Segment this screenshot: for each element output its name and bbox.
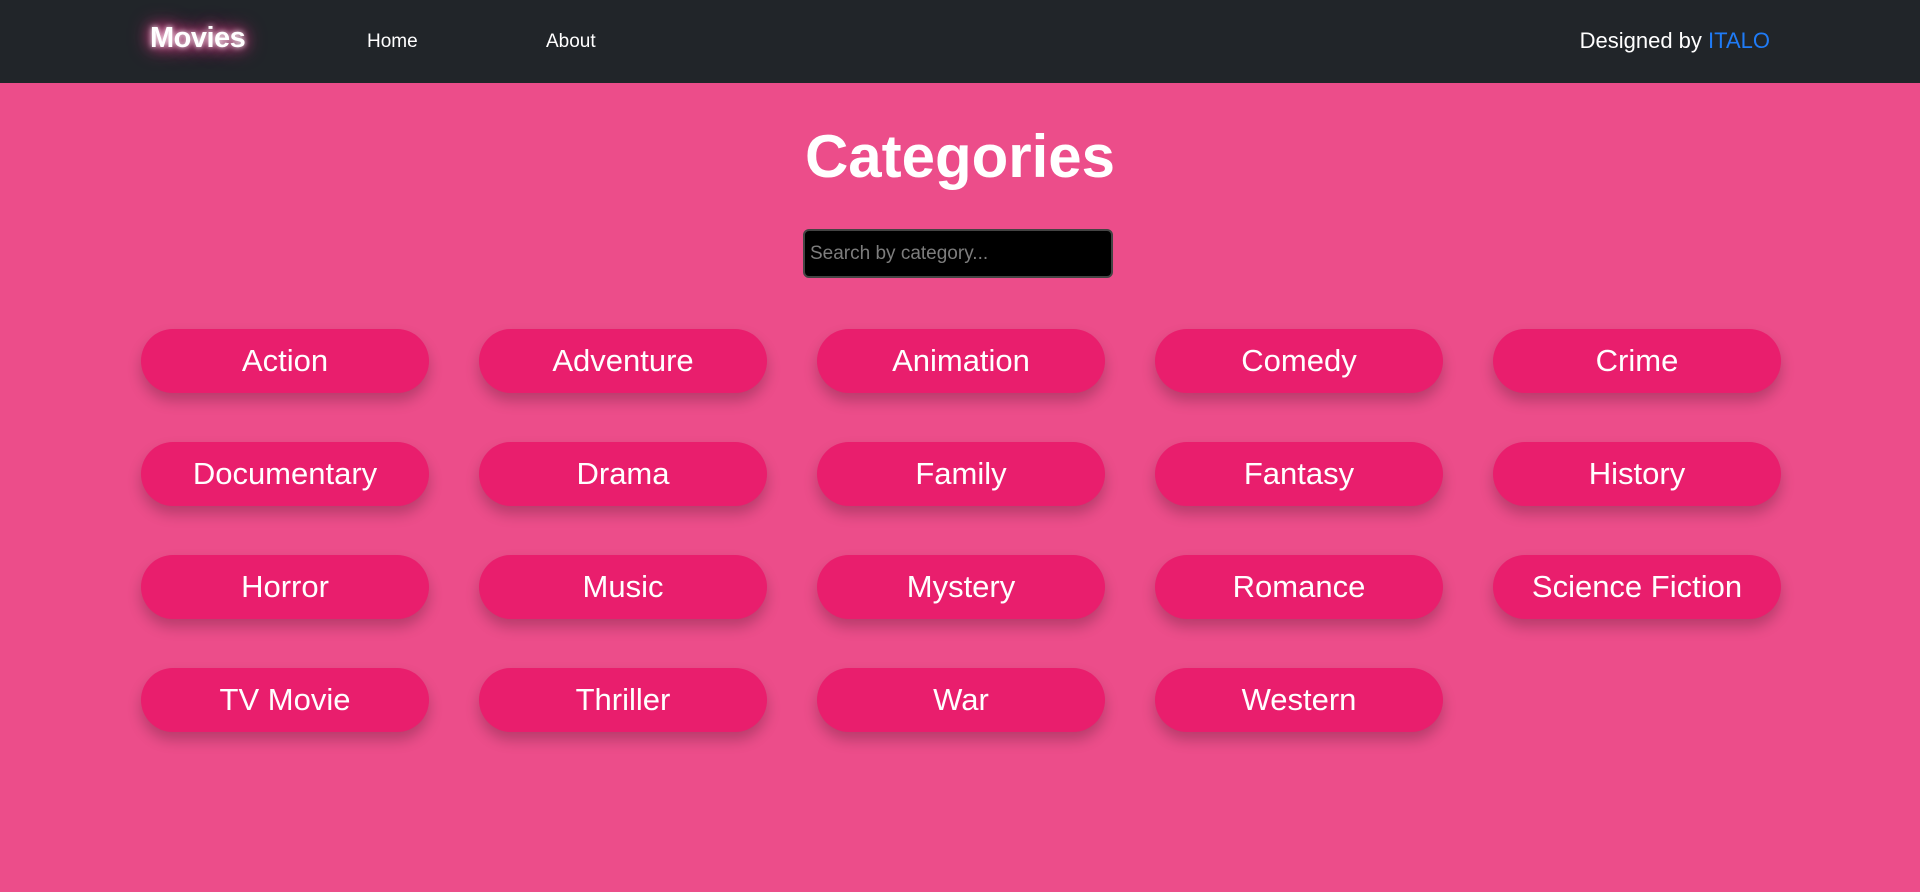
category-button[interactable]: History — [1493, 442, 1781, 506]
category-button[interactable]: Music — [479, 555, 767, 619]
category-button[interactable]: Adventure — [479, 329, 767, 393]
credit-prefix: Designed by — [1579, 28, 1702, 53]
brand-logo[interactable]: Movies — [150, 22, 246, 55]
category-button[interactable]: Romance — [1155, 555, 1443, 619]
category-button[interactable]: Science Fiction — [1493, 555, 1781, 619]
page-title: Categories — [804, 123, 1116, 190]
category-button[interactable]: Animation — [817, 329, 1105, 393]
category-button[interactable]: Documentary — [141, 442, 429, 506]
category-button[interactable]: Horror — [141, 555, 429, 619]
category-button[interactable]: Family — [817, 442, 1105, 506]
category-button[interactable]: Mystery — [817, 555, 1105, 619]
category-button[interactable]: Fantasy — [1155, 442, 1443, 506]
nav-link-home[interactable]: Home — [367, 31, 418, 53]
category-button[interactable]: Action — [141, 329, 429, 393]
category-button[interactable]: Comedy — [1155, 329, 1443, 393]
credit-name-link[interactable]: ITALO — [1708, 28, 1770, 53]
category-button[interactable]: Crime — [1493, 329, 1781, 393]
nav-link-about[interactable]: About — [546, 31, 596, 53]
category-button[interactable]: Thriller — [479, 668, 767, 732]
category-grid: Action Adventure Animation Comedy Crime … — [141, 329, 1781, 732]
category-button[interactable]: Drama — [479, 442, 767, 506]
navbar: Movies Home About Designed by ITALO — [0, 0, 1920, 83]
category-button[interactable]: Western — [1155, 668, 1443, 732]
designer-credit: Designed by ITALO — [1580, 28, 1770, 54]
category-button[interactable]: TV Movie — [141, 668, 429, 732]
category-button[interactable]: War — [817, 668, 1105, 732]
category-search-input[interactable] — [803, 229, 1113, 278]
